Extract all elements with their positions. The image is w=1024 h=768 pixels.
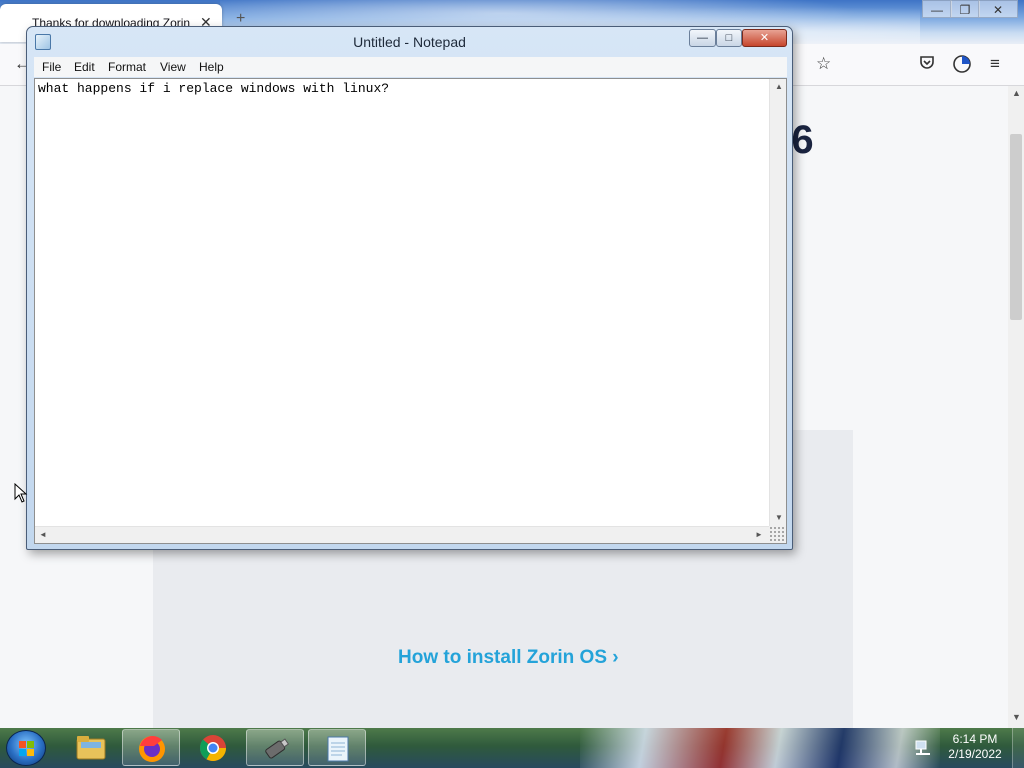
taskbar: 6:14 PM 2/19/2022: [0, 728, 1024, 768]
notepad-menubar: File Edit Format View Help: [34, 57, 787, 77]
usb-drive-icon: [265, 738, 290, 759]
menu-help[interactable]: Help: [199, 60, 224, 74]
notepad-icon: [327, 736, 349, 762]
firefox-icon: [139, 736, 165, 762]
taskbar-notepad-button[interactable]: [308, 729, 366, 766]
browser-restore-button[interactable]: ❐: [950, 0, 980, 18]
menu-view[interactable]: View: [160, 60, 186, 74]
hamburger-menu-icon[interactable]: ≡: [990, 54, 1000, 74]
system-clock[interactable]: 6:14 PM 2/19/2022: [940, 732, 1010, 762]
notepad-title: Untitled - Notepad: [353, 34, 466, 50]
notepad-close-button[interactable]: ✕: [742, 29, 787, 47]
clock-date: 2/19/2022: [948, 747, 1002, 761]
windows-logo-icon: [19, 741, 34, 756]
notepad-text-content[interactable]: what happens if i replace windows with l…: [38, 81, 766, 96]
browser-close-button[interactable]: ✕: [978, 0, 1018, 18]
menu-file[interactable]: File: [42, 60, 61, 74]
scroll-up-arrow-icon[interactable]: ▲: [775, 82, 783, 91]
pocket-icon[interactable]: [918, 54, 936, 77]
scroll-thumb[interactable]: [1010, 134, 1022, 320]
page-scrollbar[interactable]: ▲ ▼: [1008, 86, 1024, 728]
browser-minimize-button[interactable]: —: [922, 0, 952, 18]
notepad-vertical-scrollbar[interactable]: ▲ ▼: [769, 79, 786, 526]
bookmark-star-icon[interactable]: ☆: [816, 54, 831, 74]
scroll-left-arrow-icon[interactable]: ◄: [39, 530, 47, 539]
install-zorin-link[interactable]: How to install Zorin OS ›: [398, 647, 619, 669]
taskbar-usb-tool-button[interactable]: [246, 729, 304, 766]
mouse-cursor-icon: [14, 483, 28, 503]
menu-edit[interactable]: Edit: [74, 60, 95, 74]
start-button[interactable]: [6, 730, 46, 766]
taskbar-explorer-button[interactable]: [62, 729, 120, 766]
network-icon[interactable]: [914, 739, 932, 757]
scroll-down-arrow-icon[interactable]: ▼: [775, 513, 783, 522]
menu-format[interactable]: Format: [108, 60, 146, 74]
taskbar-chrome-button[interactable]: [184, 729, 242, 766]
scroll-up-arrow-icon[interactable]: ▲: [1012, 88, 1021, 98]
account-sync-icon[interactable]: [952, 54, 972, 79]
notepad-maximize-button[interactable]: □: [716, 29, 742, 47]
clock-time: 6:14 PM: [952, 732, 998, 746]
taskbar-wallpaper: [580, 728, 940, 768]
scroll-down-arrow-icon[interactable]: ▼: [1012, 712, 1021, 722]
chrome-icon: [199, 735, 227, 762]
show-desktop-button[interactable]: [1012, 728, 1024, 768]
taskbar-firefox-button[interactable]: [122, 729, 180, 766]
notepad-window: Untitled - Notepad — □ ✕ File Edit Forma…: [26, 26, 793, 550]
resize-grip[interactable]: [769, 526, 786, 543]
scroll-right-arrow-icon[interactable]: ►: [755, 530, 763, 539]
folder-icon: [76, 736, 106, 760]
notepad-minimize-button[interactable]: —: [689, 29, 716, 47]
notepad-horizontal-scrollbar[interactable]: ◄ ►: [35, 526, 770, 543]
notepad-text-area[interactable]: what happens if i replace windows with l…: [34, 78, 787, 544]
